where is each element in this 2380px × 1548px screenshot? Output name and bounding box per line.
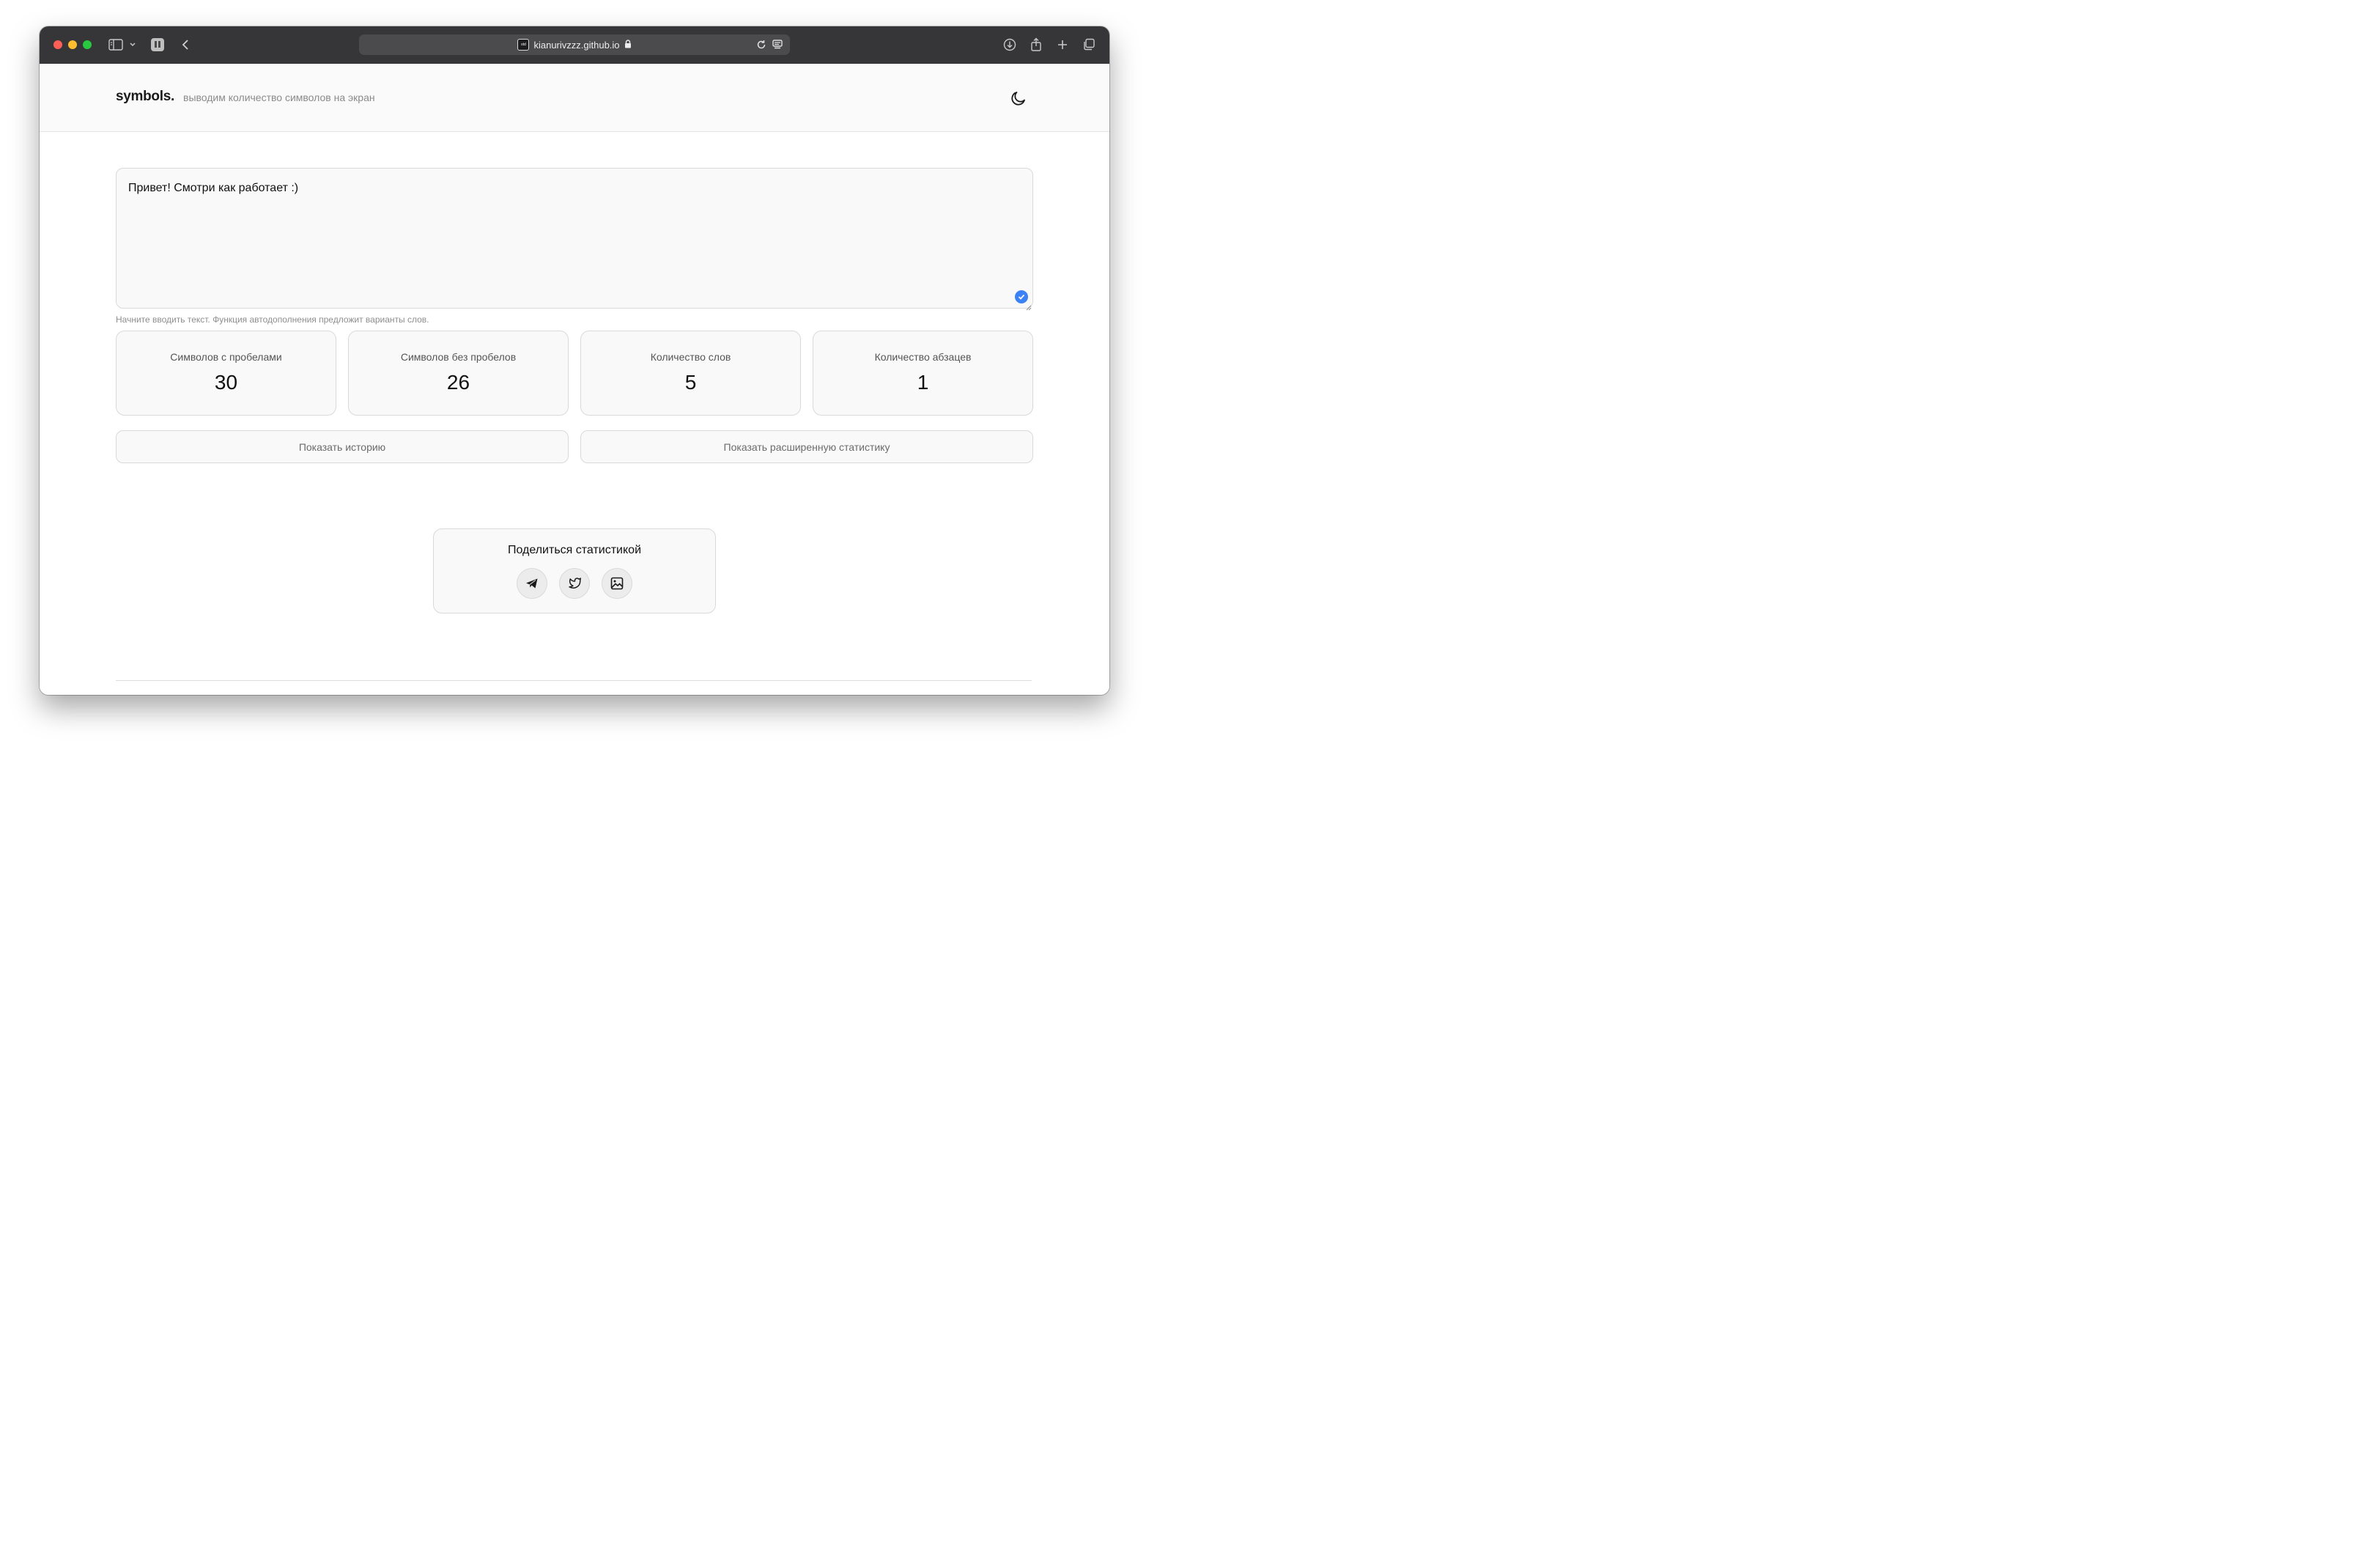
zoom-window-button[interactable]	[83, 40, 92, 49]
stat-label: Количество абзацев	[874, 351, 972, 363]
share-title: Поделиться статистикой	[507, 544, 642, 556]
url-text: kianurivzzz.github.io	[533, 39, 620, 51]
chevron-down-icon[interactable]	[128, 37, 138, 53]
close-window-button[interactable]	[53, 40, 62, 49]
stat-card-word-count: Количество слов 5	[580, 331, 801, 416]
show-history-button[interactable]: Показать историю	[116, 430, 569, 463]
stat-value: 26	[446, 371, 470, 394]
show-extended-stats-button[interactable]: Показать расширенную статистику	[580, 430, 1033, 463]
text-input[interactable]: Привет! Смотри как работает :)	[116, 168, 1033, 311]
twitter-icon[interactable]	[559, 568, 590, 599]
stat-value: 30	[214, 371, 238, 394]
stat-label: Символов без пробелов	[400, 351, 517, 363]
reload-icon[interactable]	[755, 39, 767, 54]
site-favicon-icon: std	[517, 39, 530, 51]
extension-icon[interactable]	[149, 37, 166, 53]
site-tagline: выводим количество символов на экран	[183, 92, 375, 103]
stat-label: Количество слов	[650, 351, 731, 363]
minimize-window-button[interactable]	[68, 40, 77, 49]
telegram-icon[interactable]	[517, 568, 547, 599]
site-logo[interactable]: symbols.	[116, 89, 174, 105]
page: symbols. выводим количество символов на …	[40, 64, 1109, 695]
download-icon[interactable]	[1002, 37, 1018, 53]
image-icon[interactable]	[602, 568, 632, 599]
sidebar-icon[interactable]	[108, 37, 124, 53]
reader-icon[interactable]	[772, 39, 783, 54]
footer-divider	[116, 680, 1032, 681]
moon-icon[interactable]	[1008, 88, 1029, 108]
stat-card-paragraph-count: Количество абзацев 1	[813, 331, 1033, 416]
text-input-value: Привет! Смотри как работает :)	[128, 182, 299, 194]
back-icon[interactable]	[177, 37, 193, 53]
share-icon[interactable]	[1028, 37, 1044, 53]
stat-label: Символов с пробелами	[170, 351, 282, 363]
site-header: symbols. выводим количество символов на …	[40, 64, 1109, 132]
plus-icon[interactable]	[1054, 37, 1071, 53]
resize-handle-icon[interactable]	[1026, 301, 1032, 311]
stat-card-chars-without-spaces: Символов без пробелов 26	[348, 331, 569, 416]
stat-value: 5	[684, 371, 697, 394]
browser-window: std kianurivzzz.github.io symbols. вывод…	[40, 26, 1109, 695]
stat-card-chars-with-spaces: Символов с пробелами 30	[116, 331, 336, 416]
browser-titlebar: std kianurivzzz.github.io	[40, 26, 1109, 64]
address-bar[interactable]: std kianurivzzz.github.io	[359, 34, 790, 55]
lock-icon	[624, 39, 632, 51]
stat-value: 1	[917, 371, 929, 394]
input-hint: Начните вводить текст. Функция автодопол…	[116, 314, 429, 325]
tabs-icon[interactable]	[1081, 37, 1097, 53]
share-panel: Поделиться статистикой	[433, 528, 716, 613]
